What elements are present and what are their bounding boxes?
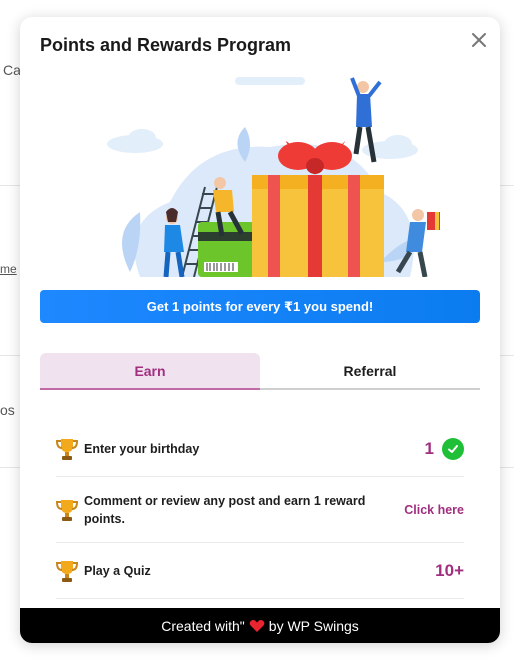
promo-banner: Get 1 points for every ₹1 you spend!	[40, 290, 480, 323]
background-link-fragment[interactable]: me	[0, 262, 17, 276]
footer-suffix: by WP Swings	[268, 617, 359, 634]
trophy-icon	[56, 498, 84, 522]
earn-list: Enter your birthday 1 Comment or review …	[56, 421, 464, 599]
close-button[interactable]	[468, 29, 490, 51]
points-value: 1	[424, 438, 434, 458]
earn-item-label: Comment or review any post and earn 1 re…	[84, 493, 366, 526]
footer-credit[interactable]: Created with" by WP Swings	[20, 608, 500, 643]
tab-earn[interactable]: Earn	[40, 353, 260, 390]
points-value: 10+	[435, 560, 464, 580]
list-item: Enter your birthday 1	[56, 421, 464, 477]
trophy-icon	[56, 437, 84, 461]
footer-prefix: Created with"	[161, 617, 245, 634]
tab-referral[interactable]: Referral	[260, 353, 480, 390]
earn-item-points: 1	[424, 437, 464, 460]
check-icon	[442, 437, 464, 460]
rewards-illustration: %	[107, 77, 440, 277]
rewards-modal: Points and Rewards Program Get 1 points …	[20, 17, 500, 643]
modal-title: Points and Rewards Program	[40, 35, 292, 55]
earn-item-label: Play a Quiz	[84, 563, 151, 578]
background-text-fragment: Ca	[3, 62, 21, 78]
close-icon	[472, 33, 486, 47]
trophy-icon	[56, 559, 84, 583]
background-text-fragment: os	[0, 402, 15, 418]
earn-item-label: Enter your birthday	[84, 441, 200, 456]
tab-bar: Earn Referral	[40, 353, 480, 390]
list-item: Play a Quiz 10+	[56, 543, 464, 599]
list-item: Comment or review any post and earn 1 re…	[56, 477, 464, 543]
click-here-link[interactable]: Click here	[404, 503, 464, 517]
heart-icon	[249, 619, 265, 632]
